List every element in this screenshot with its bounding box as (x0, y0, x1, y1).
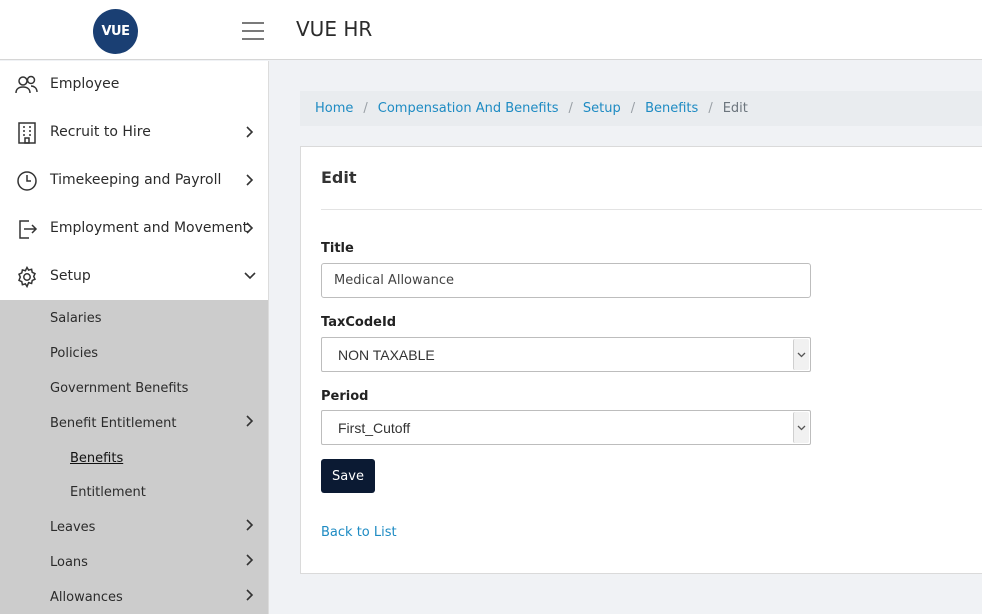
chevron-right-icon[interactable] (244, 221, 256, 235)
submenu-item-government-benefits[interactable]: Government Benefits (50, 381, 188, 396)
breadcrumb-separator: / (568, 101, 573, 116)
gear-icon (18, 266, 36, 288)
sidebar-item-employment-and-movement[interactable]: Employment and Movement (0, 205, 268, 253)
sidebar-item-timekeeping-and-payroll[interactable]: Timekeeping and Payroll (0, 157, 268, 205)
chevron-down-icon[interactable] (793, 339, 809, 370)
breadcrumb-benefits[interactable]: Benefits (645, 101, 698, 116)
breadcrumb-setup[interactable]: Setup (583, 101, 621, 116)
sidebar-item-recruit-to-hire[interactable]: Recruit to Hire (0, 109, 268, 157)
title-label: Title (321, 241, 354, 256)
vue-logo[interactable]: VUE (93, 9, 138, 54)
divider (321, 209, 982, 210)
chevron-down-icon[interactable] (243, 269, 257, 283)
chevron-right-icon[interactable] (244, 173, 256, 187)
save-button[interactable]: Save (321, 459, 375, 493)
submenu-item-allowances[interactable]: Allowances (50, 590, 123, 605)
sidebar-item-label: Employment and Movement (50, 220, 249, 236)
chevron-down-icon[interactable] (793, 412, 809, 443)
building-icon (18, 122, 36, 144)
page-title: Edit (321, 168, 357, 187)
submenu-item-leaves[interactable]: Leaves (50, 520, 95, 535)
period-label: Period (321, 389, 369, 404)
edit-card: Edit Title TaxCodeId NON TAXABLE Period … (300, 146, 982, 574)
sidebar-item-label: Timekeeping and Payroll (50, 172, 222, 188)
breadcrumb-separator: / (630, 101, 636, 116)
submenu-item-policies[interactable]: Policies (50, 346, 98, 361)
sidebar-item-label: Recruit to Hire (50, 124, 151, 140)
taxcode-selected-value: NON TAXABLE (338, 347, 435, 363)
submenu-item-loans[interactable]: Loans (50, 555, 88, 570)
breadcrumb: Home / Compensation And Benefits / Setup… (300, 91, 982, 126)
chevron-right-icon[interactable] (245, 588, 255, 602)
exit-door-icon (19, 220, 38, 239)
taxcode-select[interactable]: NON TAXABLE (321, 337, 811, 372)
sidebar-item-label: Employee (50, 76, 120, 92)
period-select[interactable]: First_Cutoff (321, 410, 811, 445)
sidebar-item-label: Setup (50, 268, 91, 284)
submenu-item-benefits[interactable]: Benefits (70, 451, 123, 466)
breadcrumb-current: Edit (722, 101, 748, 116)
taxcode-label: TaxCodeId (321, 315, 397, 330)
chevron-right-icon[interactable] (244, 125, 256, 139)
setup-submenu: Salaries Policies Government Benefits Be… (0, 300, 268, 614)
clock-icon (17, 171, 37, 191)
submenu-item-benefit-entitlement[interactable]: Benefit Entitlement (50, 416, 176, 431)
breadcrumb-home[interactable]: Home (315, 101, 353, 116)
breadcrumb-separator: / (708, 101, 713, 116)
users-icon (15, 75, 38, 94)
chevron-right-icon[interactable] (245, 518, 255, 532)
app-title: VUE HR (296, 17, 373, 41)
chevron-right-icon[interactable] (245, 553, 255, 567)
chevron-right-icon[interactable] (245, 414, 255, 428)
back-to-list-link[interactable]: Back to List (321, 525, 397, 540)
title-input[interactable] (321, 263, 811, 298)
submenu-item-salaries[interactable]: Salaries (50, 311, 102, 326)
top-header: VUE VUE HR (0, 0, 982, 60)
sidebar: Employee Recruit to Hire Timekeeping and… (0, 61, 269, 614)
breadcrumb-separator: / (363, 101, 368, 116)
sidebar-item-employee[interactable]: Employee (0, 61, 268, 109)
period-selected-value: First_Cutoff (338, 420, 411, 436)
submenu-item-entitlement[interactable]: Entitlement (70, 485, 146, 500)
breadcrumb-compensation-and-benefits[interactable]: Compensation And Benefits (378, 101, 559, 116)
hamburger-icon[interactable] (242, 22, 264, 40)
sidebar-item-setup[interactable]: Setup (0, 253, 268, 301)
